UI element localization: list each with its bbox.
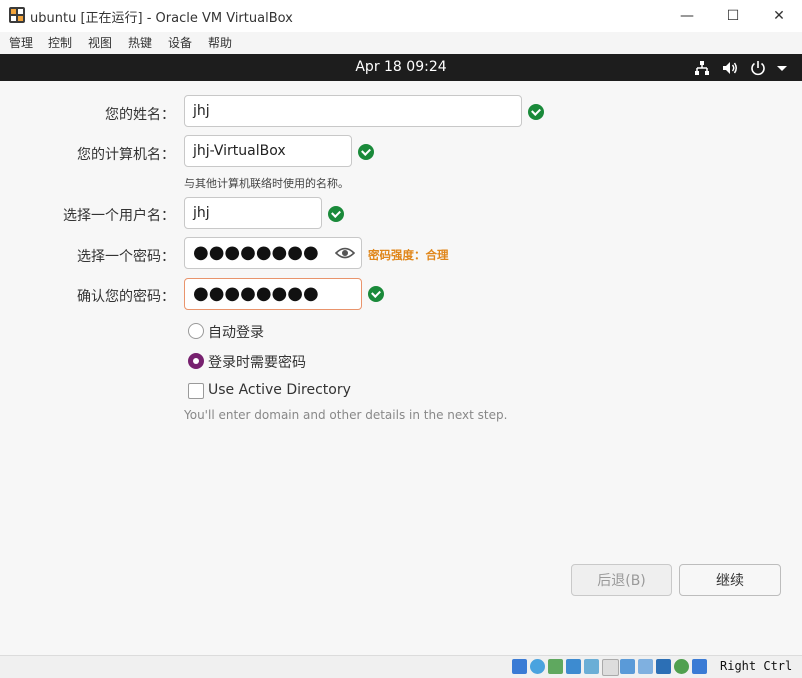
chevron-down-icon[interactable] bbox=[772, 58, 792, 78]
virtualbox-statusbar: Right Ctrl bbox=[0, 655, 802, 678]
shared-folders-icon[interactable] bbox=[602, 659, 619, 676]
auto-login-radio[interactable] bbox=[188, 323, 204, 339]
window-titlebar: ubuntu [正在运行] - Oracle VM VirtualBox — ☐… bbox=[0, 0, 802, 32]
computer-name-valid-check-icon bbox=[358, 144, 374, 160]
show-password-eye-icon[interactable] bbox=[335, 245, 355, 261]
name-valid-check-icon bbox=[528, 104, 544, 120]
close-button[interactable]: ✕ bbox=[756, 0, 802, 32]
menu-view[interactable]: 视图 bbox=[88, 34, 112, 51]
computer-name-input[interactable]: jhj-VirtualBox bbox=[184, 135, 352, 167]
network-adapter-icon[interactable] bbox=[566, 659, 581, 674]
username-label: 选择一个用户名： bbox=[63, 208, 175, 224]
virtualbox-app-icon bbox=[9, 7, 25, 23]
menu-manage[interactable]: 管理 bbox=[9, 34, 33, 51]
continue-button[interactable]: 继续 bbox=[679, 564, 781, 596]
computer-name-label: 您的计算机名： bbox=[77, 147, 175, 163]
cpu-activity-icon[interactable] bbox=[674, 659, 689, 674]
clock[interactable]: Apr 18 09:24 bbox=[0, 59, 802, 75]
menubar: 管理 控制 视图 热键 设备 帮助 bbox=[0, 32, 802, 54]
virtualization-icon[interactable] bbox=[656, 659, 671, 674]
password-label: 选择一个密码： bbox=[77, 249, 175, 265]
minimize-button[interactable]: — bbox=[664, 0, 710, 32]
confirm-password-valid-check-icon bbox=[368, 286, 384, 302]
maximize-button[interactable]: ☐ bbox=[710, 0, 756, 32]
maximize-icon: ☐ bbox=[726, 8, 740, 24]
menu-control[interactable]: 控制 bbox=[48, 34, 72, 51]
display-icon[interactable] bbox=[620, 659, 635, 674]
usb-icon[interactable] bbox=[584, 659, 599, 674]
active-directory-checkbox[interactable] bbox=[188, 383, 204, 399]
username-value: jhj bbox=[193, 205, 210, 221]
volume-icon[interactable] bbox=[720, 58, 740, 78]
name-label: 您的姓名： bbox=[105, 107, 175, 123]
ubuntu-topbar: Apr 18 09:24 bbox=[0, 54, 802, 81]
require-password-label[interactable]: 登录时需要密码 bbox=[208, 352, 306, 372]
name-input[interactable]: jhj bbox=[184, 95, 522, 127]
password-value: ●●●●●●●● bbox=[193, 242, 319, 263]
network-icon[interactable] bbox=[692, 58, 712, 78]
host-key-label: Right Ctrl bbox=[720, 659, 793, 673]
back-button[interactable]: 后退(B) bbox=[571, 564, 672, 596]
minimize-icon: — bbox=[680, 8, 694, 24]
computer-name-hint: 与其他计算机联络时使用的名称。 bbox=[184, 177, 349, 190]
keyboard-capture-icon[interactable] bbox=[692, 659, 707, 674]
menu-devices[interactable]: 设备 bbox=[168, 34, 192, 51]
window-title: ubuntu [正在运行] - Oracle VM VirtualBox bbox=[30, 11, 293, 26]
close-icon: ✕ bbox=[773, 8, 785, 24]
auto-login-label[interactable]: 自动登录 bbox=[208, 322, 264, 342]
confirm-password-input[interactable]: ●●●●●●●● bbox=[184, 278, 362, 310]
who-are-you-form: 您的姓名： jhj 您的计算机名： jhj-VirtualBox 与其他计算机联… bbox=[0, 81, 802, 655]
optical-drive-icon[interactable] bbox=[530, 659, 545, 674]
password-strength-text: 密码强度：合理 bbox=[368, 248, 449, 262]
active-directory-hint: You'll enter domain and other details in… bbox=[184, 408, 508, 422]
menu-hotkey[interactable]: 热键 bbox=[128, 34, 152, 51]
hard-disk-icon[interactable] bbox=[512, 659, 527, 674]
audio-icon[interactable] bbox=[548, 659, 563, 674]
power-icon[interactable] bbox=[748, 58, 768, 78]
computer-name-value: jhj-VirtualBox bbox=[193, 143, 286, 159]
video-capture-icon[interactable] bbox=[638, 659, 653, 674]
menu-help[interactable]: 帮助 bbox=[208, 34, 232, 51]
require-password-radio[interactable] bbox=[188, 353, 204, 369]
confirm-password-value: ●●●●●●●● bbox=[193, 283, 319, 304]
active-directory-label[interactable]: Use Active Directory bbox=[208, 382, 351, 398]
confirm-password-label: 确认您的密码： bbox=[77, 289, 175, 305]
name-value: jhj bbox=[193, 103, 210, 119]
username-input[interactable]: jhj bbox=[184, 197, 322, 229]
username-valid-check-icon bbox=[328, 206, 344, 222]
